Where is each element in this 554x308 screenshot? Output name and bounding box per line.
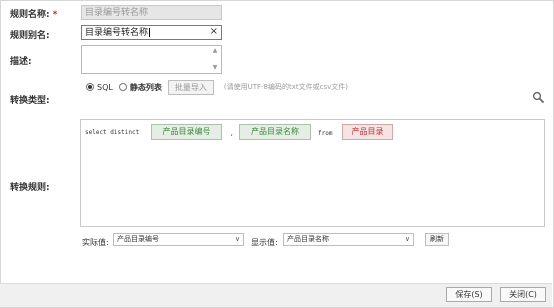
- rule-name-field[interactable]: 目录编号转名称: [81, 5, 222, 20]
- field-tag-name[interactable]: 产品目录名称: [239, 124, 311, 140]
- rule-alias-field[interactable]: 目录编号转名称 ×: [81, 25, 222, 40]
- display-value-select[interactable]: 产品目录名称 ∨: [283, 233, 414, 246]
- sql-keyword-from: from: [318, 130, 333, 137]
- chevron-down-icon: ∨: [234, 235, 240, 243]
- rule-alias-value: 目录编号转名称: [85, 28, 149, 38]
- save-button[interactable]: 保存(S): [446, 287, 492, 302]
- rule-name-label: 规则名称: *: [10, 10, 58, 20]
- scroll-up-icon[interactable]: ▲: [211, 47, 219, 54]
- close-icon[interactable]: ×: [210, 26, 218, 38]
- display-value-selected: 产品目录名称: [287, 235, 329, 243]
- description-textarea[interactable]: [81, 45, 222, 74]
- table-tag[interactable]: 产品目录: [342, 124, 393, 140]
- rule-alias-label: 规则别名:: [10, 31, 50, 41]
- convert-rule-label: 转换规则:: [10, 183, 50, 193]
- text-cursor: [149, 28, 151, 37]
- actual-value-selected: 产品目录编号: [117, 235, 159, 243]
- chevron-down-icon: ∨: [404, 235, 410, 243]
- batch-import-button[interactable]: 批量导入: [167, 79, 214, 95]
- field-tag-code[interactable]: 产品目录编号: [151, 124, 222, 140]
- actual-value-label: 实际值:: [82, 238, 109, 247]
- sql-editor[interactable]: select distinct 产品目录编号 , 产品目录名称 from 产品目…: [80, 119, 545, 227]
- display-value-label: 显示值:: [251, 238, 278, 247]
- import-hint: (请使用UTF-8编码的txt文件或csv文件): [223, 83, 348, 91]
- refresh-button[interactable]: 刷新: [425, 233, 449, 246]
- description-label: 描述:: [10, 57, 32, 67]
- radio-sql-label: SQL: [97, 82, 113, 92]
- sql-comma: ,: [230, 130, 234, 137]
- convert-type-options: SQL 静态列表 批量导入 (请使用UTF-8编码的txt文件或csv文件): [86, 79, 348, 95]
- convert-type-label: 转换类型:: [10, 96, 50, 106]
- sql-keyword-select: select distinct: [85, 129, 140, 136]
- close-button[interactable]: 关闭(C): [500, 287, 546, 302]
- search-icon[interactable]: [532, 91, 544, 103]
- radio-sql[interactable]: [86, 83, 94, 91]
- actual-value-select[interactable]: 产品目录编号 ∨: [113, 233, 244, 246]
- required-mark: *: [52, 10, 58, 20]
- scroll-down-icon[interactable]: ▼: [211, 64, 219, 71]
- radio-static-list-label: 静态列表: [129, 82, 162, 92]
- radio-static-list[interactable]: [118, 83, 127, 91]
